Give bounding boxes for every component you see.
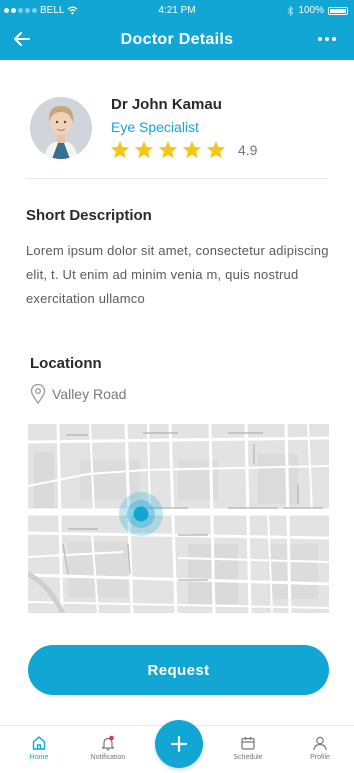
status-battery-group: 100%: [287, 5, 348, 16]
page-title: Doctor Details: [120, 31, 234, 48]
doctor-avatar: [30, 97, 92, 159]
nav-item-schedule[interactable]: Schedule: [218, 735, 278, 761]
nav-label-schedule: Schedule: [233, 754, 263, 761]
nav-item-notification[interactable]: Notification: [78, 735, 138, 761]
user-icon: [313, 736, 327, 751]
app-header: BELL 4:21 PM 100% Doctor Details: [0, 0, 354, 60]
plus-icon: [170, 735, 188, 753]
location-address-row: Valley Road: [30, 384, 126, 404]
star-icon: [110, 140, 130, 159]
nav-item-profile[interactable]: Profile: [290, 735, 350, 761]
description-heading: Short Description: [26, 207, 152, 224]
star-icon: [182, 140, 202, 159]
more-dots-icon: [318, 37, 322, 41]
battery-icon: [328, 6, 348, 15]
profile-divider: [26, 178, 328, 179]
star-icon: [158, 140, 178, 159]
request-button[interactable]: Request: [28, 645, 329, 695]
doctor-specialty: Eye Specialist: [111, 119, 199, 135]
location-address: Valley Road: [52, 386, 127, 402]
star-icon: [206, 140, 226, 159]
map-pin-icon: [30, 384, 46, 404]
nav-item-home[interactable]: Home: [9, 735, 69, 761]
nav-label-profile: Profile: [310, 754, 330, 761]
description-text: Lorem ipsum dolor sit amet, consectetur …: [26, 243, 329, 306]
nav-label-home: Home: [29, 754, 49, 761]
nav-label-notification: Notification: [90, 754, 126, 761]
doctor-name: Dr John Kamau: [111, 96, 222, 113]
home-icon: [32, 736, 46, 750]
bluetooth-icon: [288, 5, 294, 16]
location-heading: Locationn: [30, 355, 102, 372]
back-button[interactable]: [10, 26, 36, 52]
battery-percent: 100%: [298, 5, 324, 16]
more-options-button[interactable]: [312, 28, 342, 50]
rating-value: 4.9: [238, 141, 258, 158]
star-icon: [134, 140, 154, 159]
status-bar: BELL 4:21 PM 100%: [0, 0, 354, 20]
location-map[interactable]: [26, 423, 330, 615]
arrow-left-icon: [14, 32, 30, 46]
doctor-rating: 4.9: [110, 140, 257, 159]
bell-icon: [101, 735, 115, 751]
add-button[interactable]: [155, 720, 203, 768]
calendar-icon: [241, 737, 255, 750]
header-nav-row: Doctor Details: [0, 22, 354, 56]
